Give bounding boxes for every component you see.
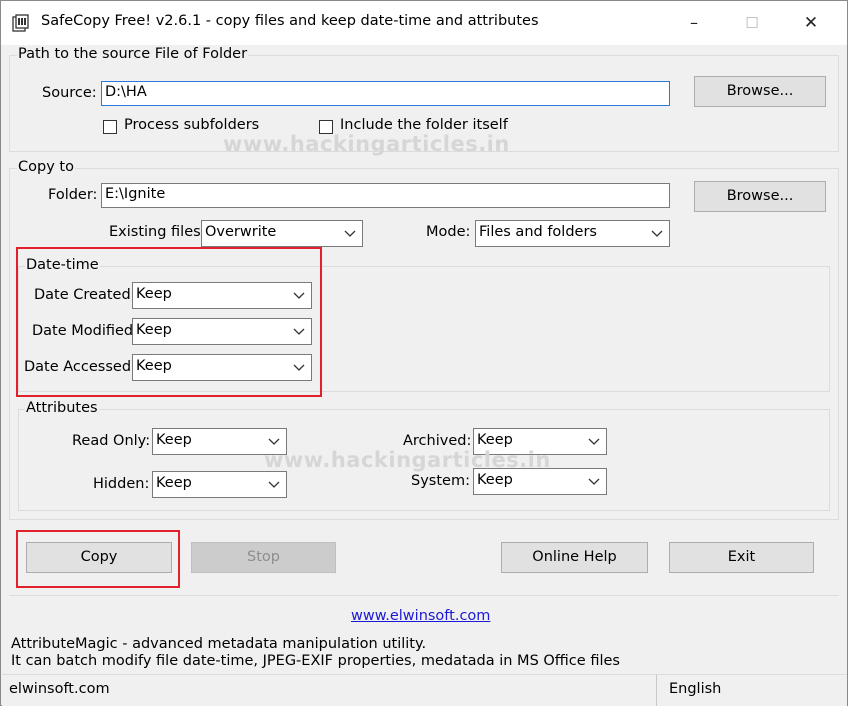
source-group-label: Path to the source File of Folder	[17, 46, 249, 62]
copy-highlight-box	[16, 530, 180, 588]
readonly-label: Read Only:	[72, 433, 151, 449]
copyto-group-label: Copy to	[17, 159, 75, 175]
hidden-value: Keep	[156, 475, 192, 491]
stop-button[interactable]: Stop	[191, 542, 336, 573]
separator-line	[9, 595, 839, 596]
archived-value: Keep	[477, 432, 513, 448]
existing-files-value: Overwrite	[205, 224, 277, 240]
existing-files-select[interactable]: Overwrite	[201, 220, 363, 247]
chevron-down-icon	[268, 481, 280, 488]
status-bar: elwinsoft.com English	[2, 674, 847, 706]
system-label: System:	[411, 473, 470, 489]
title-bar[interactable]: SafeCopy Free! v2.6.1 - copy files and k…	[1, 1, 847, 45]
folder-label: Folder:	[48, 187, 98, 203]
watermark-middle: www.hackingarticles.in	[264, 448, 551, 472]
mode-value: Files and folders	[479, 224, 597, 240]
close-button[interactable]: ✕	[782, 1, 840, 45]
website-link[interactable]: www.elwinsoft.com	[351, 608, 490, 624]
process-subfolders-checkbox[interactable]	[103, 120, 117, 134]
online-help-button[interactable]: Online Help	[501, 542, 648, 573]
hidden-select[interactable]: Keep	[152, 471, 287, 498]
datetime-highlight-box	[16, 247, 322, 397]
readonly-value: Keep	[156, 432, 192, 448]
chevron-down-icon	[651, 230, 663, 237]
mode-label: Mode:	[426, 224, 471, 240]
system-select[interactable]: Keep	[473, 468, 607, 495]
system-value: Keep	[477, 472, 513, 488]
source-browse-button[interactable]: Browse...	[694, 76, 826, 107]
attributes-group-label: Attributes	[25, 400, 99, 416]
chevron-down-icon	[588, 478, 600, 485]
status-text: elwinsoft.com	[9, 681, 110, 697]
process-subfolders-label[interactable]: Process subfolders	[124, 117, 259, 133]
chevron-down-icon	[588, 438, 600, 445]
promo-line-1: AttributeMagic - advanced metadata manip…	[11, 636, 427, 652]
status-pane-language[interactable]: English	[662, 675, 847, 706]
minimize-button[interactable]: –	[665, 1, 723, 45]
promo-line-2: It can batch modify file date-time, JPEG…	[11, 653, 620, 669]
exit-button[interactable]: Exit	[669, 542, 814, 573]
include-folder-label[interactable]: Include the folder itself	[340, 117, 508, 133]
existing-files-label: Existing files:	[109, 224, 206, 240]
archived-label: Archived:	[403, 433, 472, 449]
app-window: SafeCopy Free! v2.6.1 - copy files and k…	[0, 0, 848, 706]
mode-select[interactable]: Files and folders	[475, 220, 670, 247]
source-label: Source:	[42, 85, 97, 101]
app-icon	[12, 14, 30, 32]
watermark-top: www.hackingarticles.in	[223, 132, 510, 156]
source-input[interactable]: D:\HA	[101, 81, 670, 106]
window-title: SafeCopy Free! v2.6.1 - copy files and k…	[41, 13, 539, 29]
folder-input[interactable]: E:\Ignite	[101, 183, 670, 208]
status-pane-left: elwinsoft.com	[2, 675, 657, 706]
chevron-down-icon	[344, 230, 356, 237]
language-text: English	[669, 681, 722, 697]
maximize-button[interactable]: ☐	[723, 1, 781, 45]
folder-browse-button[interactable]: Browse...	[694, 181, 826, 212]
hidden-label: Hidden:	[93, 476, 150, 492]
